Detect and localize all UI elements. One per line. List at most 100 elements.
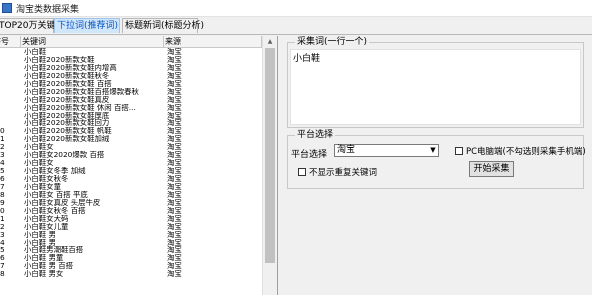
row-index: 0 xyxy=(0,206,5,215)
table-row[interactable]: 7 小白鞋 男 百搭 淘宝 xyxy=(0,262,262,270)
row-source: 淘宝 xyxy=(167,87,182,96)
settings-pane: 采集词(一行一个) 小白鞋 平台选择 平台选择 淘宝 ▼ PC电脑端(不勾选则采… xyxy=(280,36,592,295)
table-row[interactable]: 1 小白鞋女大码 淘宝 xyxy=(0,215,262,223)
title-bar: 淘宝类数据采集 xyxy=(0,0,592,17)
collect-words-group: 采集词(一行一个) 小白鞋 xyxy=(287,37,584,128)
row-source: 淘宝 xyxy=(167,159,182,168)
table-row[interactable]: 小白鞋2020新款女鞋秋冬 淘宝 xyxy=(0,72,262,80)
row-index: 8 xyxy=(0,190,5,199)
table-row[interactable]: 3 小白鞋 男 淘宝 xyxy=(0,231,262,239)
row-keyword: 小白鞋女秋冬 xyxy=(24,175,69,183)
row-source: 淘宝 xyxy=(167,135,182,144)
table-row[interactable]: 0 小白鞋2020新款女鞋 帆鞋 淘宝 xyxy=(0,127,262,135)
table-row[interactable]: 2 小白鞋女儿童 淘宝 xyxy=(0,223,262,231)
row-keyword: 小白鞋女 xyxy=(24,143,54,152)
scroll-up-arrow-icon[interactable]: ▲ xyxy=(263,36,277,47)
tab-title-new-words[interactable]: 标题新词(标题分析) xyxy=(122,18,204,33)
table-row[interactable]: 6 小白鞋女秋冬 淘宝 xyxy=(0,175,262,183)
row-source: 淘宝 xyxy=(167,190,182,199)
table-row[interactable]: 5 小白鞋女冬季 加绒 淘宝 xyxy=(0,167,262,175)
pc-checkbox[interactable] xyxy=(455,147,463,155)
row-source: 淘宝 xyxy=(167,230,182,239)
row-keyword: 小白鞋女秋冬 百搭 xyxy=(24,206,86,215)
row-keyword: 小白鞋2020新款女鞋真皮 xyxy=(24,95,110,104)
scrollbar-thumb[interactable] xyxy=(265,48,275,263)
row-keyword: 小白鞋2020新款女鞋厚底 xyxy=(24,111,110,120)
row-source: 淘宝 xyxy=(167,103,182,112)
table-row[interactable]: 8 小白鞋 男女 淘宝 xyxy=(0,270,262,278)
row-source: 淘宝 xyxy=(167,246,182,255)
platform-select[interactable]: 淘宝 ▼ xyxy=(334,144,439,157)
row-source: 淘宝 xyxy=(167,151,182,160)
table-row[interactable]: 1 小白鞋2020新款女鞋加绒 淘宝 xyxy=(0,135,262,143)
table-row[interactable]: 4 小白鞋 男 淘宝 xyxy=(0,239,262,247)
row-source: 淘宝 xyxy=(167,95,182,104)
table-row[interactable]: 6 小白鞋 男童 淘宝 xyxy=(0,254,262,262)
table-row[interactable]: 小白鞋2020新款女鞋真皮 淘宝 xyxy=(0,96,262,104)
row-source: 淘宝 xyxy=(167,167,182,176)
keyword-table[interactable]: 序号 关键词 来源 小白鞋淘宝小白鞋2020新款女鞋淘宝小白鞋2020新款女鞋内… xyxy=(0,36,278,295)
table-row[interactable]: 2 小白鞋女 淘宝 xyxy=(0,143,262,151)
table-row[interactable]: 7 小白鞋女童 淘宝 xyxy=(0,183,262,191)
row-source: 淘宝 xyxy=(167,206,182,215)
column-header-keyword[interactable]: 关键词 xyxy=(21,36,164,47)
table-row[interactable]: 0 小白鞋女秋冬 百搭 淘宝 xyxy=(0,207,262,215)
start-collect-button[interactable]: 开始采集 xyxy=(469,161,514,177)
tab-top20w-keywords[interactable]: TOP20万关键词 xyxy=(0,18,64,33)
row-source: 淘宝 xyxy=(167,71,182,80)
table-row[interactable]: 小白鞋2020新款女鞋 休闲 百搭... 淘宝 xyxy=(0,104,262,112)
table-row[interactable]: 9 小白鞋女真皮 头层牛皮 淘宝 xyxy=(0,199,262,207)
platform-select-value: 淘宝 xyxy=(337,145,356,155)
table-row[interactable]: 小白鞋2020新款女鞋百搭爆款春秋 淘宝 xyxy=(0,88,262,96)
table-row[interactable]: 小白鞋2020新款女鞋 百搭 淘宝 xyxy=(0,80,262,88)
pc-checkbox-label: PC电脑端(不勾选则采集手机端) xyxy=(466,147,586,157)
vertical-scrollbar[interactable]: ▲ xyxy=(262,36,277,295)
table-row[interactable]: 小白鞋2020新款女鞋 淘宝 xyxy=(0,56,262,64)
table-row[interactable]: 4 小白鞋女 淘宝 xyxy=(0,159,262,167)
table-body: 小白鞋 淘宝 小白鞋2020新款女鞋 淘宝 小白鞋2020新款女鞋内增高 淘宝 小白鞋202… xyxy=(0,48,262,278)
row-source: 淘宝 xyxy=(167,270,182,279)
dedupe-checkbox-label: 不显示重复关键词 xyxy=(309,168,378,178)
platform-select-label: 平台选择 xyxy=(291,150,328,160)
row-keyword: 小白鞋2020新款女鞋回力 xyxy=(24,119,110,128)
row-keyword: 小白鞋女 xyxy=(24,159,54,168)
row-keyword: 小白鞋2020新款女鞋内增高 xyxy=(24,63,117,72)
column-header-index[interactable]: 序号 xyxy=(0,36,21,47)
row-index: 7 xyxy=(0,262,5,271)
row-keyword: 小白鞋2020新款女鞋秋冬 xyxy=(24,71,110,80)
tab-dropdown-words[interactable]: 下拉词(推荐词) xyxy=(54,18,120,33)
row-keyword: 小白鞋女儿童 xyxy=(24,222,69,231)
table-row[interactable]: 5 小白鞋男潮鞋百搭 淘宝 xyxy=(0,246,262,254)
table-row[interactable]: 8 小白鞋女 百搭 平底 淘宝 xyxy=(0,191,262,199)
app-icon xyxy=(2,3,12,13)
pc-checkbox-row[interactable]: PC电脑端(不勾选则采集手机端) xyxy=(455,145,586,157)
row-keyword: 小白鞋女 百搭 平底 xyxy=(24,190,88,199)
row-keyword: 小白鞋2020新款女鞋 帆鞋 xyxy=(24,127,112,136)
row-keyword: 小白鞋2020新款女鞋加绒 xyxy=(24,135,110,144)
row-keyword: 小白鞋女大码 xyxy=(24,214,69,223)
row-source: 淘宝 xyxy=(167,143,182,152)
row-source: 淘宝 xyxy=(167,198,182,207)
column-header-source[interactable]: 来源 xyxy=(164,36,262,47)
row-index: 3 xyxy=(0,230,5,239)
row-source: 淘宝 xyxy=(167,222,182,231)
tab-bar: TOP20万关键词 下拉词(推荐词) 标题新词(标题分析) xyxy=(0,17,592,35)
row-source: 淘宝 xyxy=(167,238,182,247)
table-row[interactable]: 小白鞋2020新款女鞋厚底 淘宝 xyxy=(0,112,262,120)
row-keyword: 小白鞋 男 百搭 xyxy=(24,262,74,271)
dedupe-checkbox[interactable] xyxy=(298,168,306,176)
collect-words-legend: 采集词(一行一个) xyxy=(295,37,370,48)
row-index: 9 xyxy=(0,198,5,207)
table-row[interactable]: 小白鞋 淘宝 xyxy=(0,48,262,56)
table-row[interactable]: 小白鞋2020新款女鞋回力 淘宝 xyxy=(0,119,262,127)
row-source: 淘宝 xyxy=(167,127,182,136)
row-index: 5 xyxy=(0,167,5,176)
dedupe-checkbox-row[interactable]: 不显示重复关键词 xyxy=(298,166,377,178)
row-index: 3 xyxy=(0,151,5,160)
table-row[interactable]: 小白鞋2020新款女鞋内增高 淘宝 xyxy=(0,64,262,72)
collect-words-textarea[interactable]: 小白鞋 xyxy=(290,49,581,125)
chevron-down-icon[interactable]: ▼ xyxy=(428,145,438,156)
row-keyword: 小白鞋 男 xyxy=(24,238,56,247)
table-row[interactable]: 3 小白鞋女2020爆款 百搭 淘宝 xyxy=(0,151,262,159)
platform-group: 平台选择 平台选择 淘宝 ▼ PC电脑端(不勾选则采集手机端) 不显示重复关键词… xyxy=(287,130,586,189)
